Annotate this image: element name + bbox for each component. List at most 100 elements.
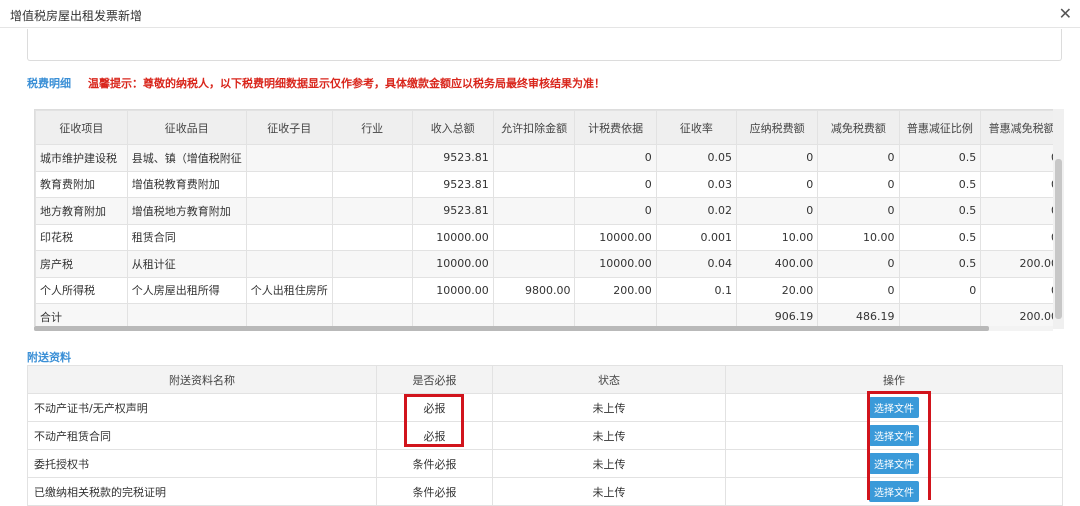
tax-cell: 0: [898, 276, 982, 304]
attach-status: 未上传: [492, 393, 726, 422]
tax-cell: 个人所得税: [35, 276, 128, 304]
tax-cell: 房产税: [35, 250, 128, 278]
tax-header-row: 征收项目 征收品目 征收子目 行业 收入总额 允许扣除金额 计税费依据 征收率 …: [35, 110, 1063, 145]
tax-cell: 10000.00: [411, 250, 494, 278]
highlight-required-box: [404, 394, 464, 447]
tax-cell: 0.5: [898, 223, 982, 251]
tax-table-container: 征收项目 征收品目 征收子目 行业 收入总额 允许扣除金额 计税费依据 征收率 …: [34, 109, 1064, 329]
scroll-thumb[interactable]: [1055, 159, 1062, 319]
tax-cell: [245, 170, 333, 198]
tax-col-header: 普惠减征比例: [898, 110, 982, 145]
tax-cell: 印花税: [35, 223, 128, 251]
tax-cell: 20.00: [736, 276, 819, 304]
tax-cell: [492, 144, 576, 172]
tax-cell: 10.00: [817, 223, 900, 251]
tax-cell: 9523.81: [411, 197, 494, 225]
tax-col-header: 征收品目: [126, 110, 247, 145]
tax-cell: 0.02: [655, 197, 738, 225]
tax-row: 印花税 租赁合同 10000.00 10000.00 0.001 10.00 10.00 0.…: [35, 223, 1063, 251]
tax-cell: 0: [817, 197, 900, 225]
tax-cell: [492, 170, 576, 198]
tax-cell: [331, 170, 413, 198]
tax-cell: 200.00: [980, 250, 1063, 278]
tax-section-title: 税费明细: [27, 77, 71, 90]
tax-cell: 0: [574, 170, 657, 198]
tax-cell: [245, 223, 333, 251]
tax-cell: [245, 197, 333, 225]
tax-cell: 增值税教育费附加: [126, 170, 247, 198]
tax-col-header: 减免税费额: [817, 110, 900, 145]
tax-cell: 0.5: [898, 144, 982, 172]
tax-cell: [331, 223, 413, 251]
tax-cell: [492, 250, 576, 278]
tax-cell: [331, 276, 413, 304]
attach-name: 不动产证书/无产权声明: [27, 393, 377, 422]
tax-cell: 0: [980, 144, 1063, 172]
tax-col-header: 征收子目: [245, 110, 333, 145]
attach-required: 条件必报: [376, 477, 493, 506]
attach-name: 已缴纳相关税款的完税证明: [27, 477, 377, 506]
tax-cell: [331, 197, 413, 225]
tax-cell: 城市维护建设税: [35, 144, 128, 172]
tax-cell: 0: [736, 144, 819, 172]
tax-col-header: 允许扣除金额: [492, 110, 576, 145]
tax-cell: 0: [817, 170, 900, 198]
tax-cell: 从租计征: [126, 250, 247, 278]
tax-cell: 0.5: [898, 170, 982, 198]
tax-cell: [331, 144, 413, 172]
tax-cell: 地方教育附加: [35, 197, 128, 225]
dialog-title: 增值税房屋出租发票新增: [10, 9, 143, 23]
tax-cell: 0: [817, 144, 900, 172]
attach-status: 未上传: [492, 449, 726, 478]
tax-horizontal-scrollbar[interactable]: [34, 326, 1053, 331]
tax-cell: 0: [980, 276, 1063, 304]
attach-col-header: 状态: [492, 365, 726, 394]
tax-col-header: 征收项目: [35, 110, 128, 145]
tax-cell: 0.05: [655, 144, 738, 172]
attach-name: 不动产租赁合同: [27, 421, 377, 450]
tax-vertical-scrollbar[interactable]: [1053, 109, 1064, 329]
attach-section-title: 附送资料: [27, 351, 71, 364]
tax-cell: 个人出租住房所: [245, 276, 333, 304]
scroll-thumb[interactable]: [34, 326, 989, 331]
tax-cell: 0.04: [655, 250, 738, 278]
tax-row: 教育费附加增值税教育费附加9523.8100.03000.50: [35, 170, 1063, 198]
tax-cell: 0.001: [655, 223, 738, 251]
tax-cell: 9523.81: [411, 170, 494, 198]
close-icon[interactable]: ✕: [1059, 4, 1072, 23]
tax-cell: 增值税地方教育附加: [126, 197, 247, 225]
attach-status: 未上传: [492, 421, 726, 450]
tax-tip: 温馨提示：尊敬的纳税人，以下税费明细数据显示仅作参考，具体缴款金额应以税务局最终…: [88, 77, 605, 90]
remark-textarea[interactable]: [27, 29, 1062, 61]
tax-cell: 9800.00: [492, 276, 576, 304]
tax-cell: 0.5: [898, 250, 982, 278]
tax-cell: [492, 197, 576, 225]
tax-cell: 0: [574, 197, 657, 225]
tax-cell: 400.00: [736, 250, 819, 278]
tax-cell: 0: [980, 170, 1063, 198]
tax-row: 地方教育附加增值税地方教育附加9523.8100.02000.50: [35, 197, 1063, 225]
tax-cell: 个人房屋出租所得: [126, 276, 247, 304]
tax-cell: 0.5: [898, 197, 982, 225]
tax-cell: 0: [736, 170, 819, 198]
tax-cell: 教育费附加: [35, 170, 128, 198]
tax-cell: 0: [736, 197, 819, 225]
tax-col-header: 行业: [331, 110, 413, 145]
dialog-titlebar: 增值税房屋出租发票新增 ✕: [0, 0, 1080, 28]
tax-cell: 9523.81: [411, 144, 494, 172]
tax-cell: 租赁合同: [126, 223, 247, 251]
tax-cell: [245, 250, 333, 278]
tax-row: 城市维护建设税县城、镇（增值税附征9523.8100.05000.50: [35, 144, 1063, 172]
highlight-action-box: [867, 391, 931, 500]
attach-status: 未上传: [492, 477, 726, 506]
attach-col-header: 操作: [725, 365, 1063, 394]
tax-cell: [245, 144, 333, 172]
tax-cell: [492, 223, 576, 251]
tax-cell: [331, 250, 413, 278]
attach-required: 条件必报: [376, 449, 493, 478]
tax-col-header: 征收率: [655, 110, 738, 145]
tax-cell: 10000.00: [411, 276, 494, 304]
tax-cell: 县城、镇（增值税附征: [126, 144, 247, 172]
tax-cell: 0.1: [655, 276, 738, 304]
attach-col-header: 附送资料名称: [27, 365, 377, 394]
